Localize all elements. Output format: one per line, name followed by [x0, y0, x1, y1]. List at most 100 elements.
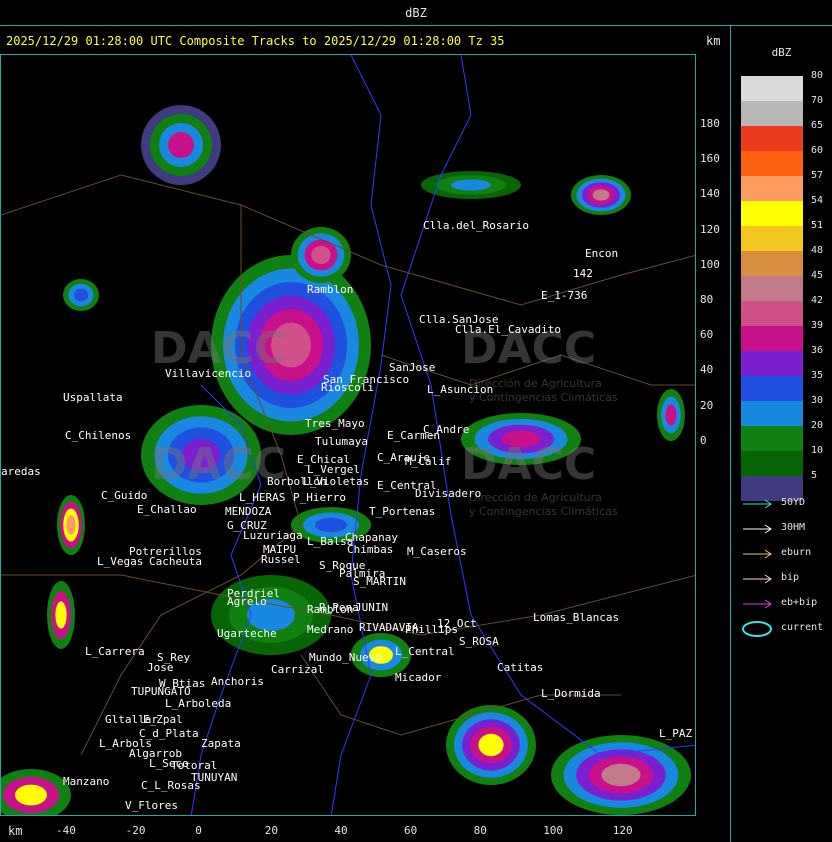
track-legend-50YD: 50YD [741, 496, 832, 512]
radar-map[interactable]: DACC DACC Dirección de Agricultura y Con… [0, 54, 696, 816]
y-tick-label: 60 [700, 328, 714, 342]
place-label: Encon [585, 247, 619, 260]
y-tick-label: 160 [700, 152, 720, 166]
place-label: C_L_Rosas [141, 779, 201, 792]
scattered-echo-north [141, 105, 221, 185]
legend-swatch-51 [741, 226, 803, 251]
place-label: Rioscoli [321, 381, 374, 394]
place-label: L_Vegas [97, 555, 144, 568]
place-label: aredas [1, 465, 41, 478]
place-label: Medrano [307, 623, 354, 636]
y-axis-unit: km [706, 34, 721, 48]
place-label: L_Arboleda [165, 697, 232, 710]
legend-value: 65 [811, 120, 824, 131]
place-label: L_PAZ [659, 727, 693, 740]
place-label: Mundo_Nuevo [309, 651, 382, 664]
place-label: Russel [261, 553, 301, 566]
top-bar: dBZ [0, 0, 832, 26]
place-label: SanJose [389, 361, 436, 374]
place-label: E_Carmen [387, 429, 440, 442]
watermark-text-2: y Contingencias Climáticas [469, 505, 618, 518]
storm-cell-west-strip [57, 495, 85, 555]
place-label: Clla.del_Rosario [423, 219, 529, 232]
y-tick-label: 100 [700, 257, 720, 271]
y-tick-label: 180 [700, 117, 720, 130]
legend-swatch-35 [741, 376, 803, 401]
place-label: MENDOZA [225, 505, 272, 518]
legend-swatch-65 [741, 126, 803, 151]
legend-value: 20 [811, 420, 824, 431]
legend-value: 10 [811, 445, 824, 456]
legend-value: 39 [811, 320, 824, 331]
current-ellipse-icon [742, 621, 772, 637]
track-arrow-icon [743, 524, 772, 534]
track-arrow-icon [743, 574, 772, 584]
y-tick-label: 140 [700, 187, 720, 201]
watermark-text-1: Dirección de Agricultura [469, 491, 602, 504]
x-tick-label: 80 [473, 824, 487, 837]
place-label: Anchoris [211, 675, 264, 688]
place-label: Micador [395, 671, 442, 684]
legend-value: 42 [811, 295, 824, 306]
watermark-brand: DACC [461, 439, 597, 490]
place-label: E_Challao [137, 503, 197, 516]
legend-swatch-39 [741, 326, 803, 351]
track-arrow-icon [743, 599, 772, 609]
place-label: V_Flores [125, 799, 178, 812]
track-legend-30HM: 30HM [741, 521, 832, 537]
storm-cell-west-strip-2 [47, 581, 75, 649]
legend-swatch-42 [741, 301, 803, 326]
place-label: Borbollon [267, 475, 327, 488]
watermark-brand: DACC [151, 439, 287, 490]
legend-value: 80 [811, 70, 824, 81]
place-label: Zapata [201, 737, 241, 750]
legend-swatch-57 [741, 176, 803, 201]
legend-value: 57 [811, 170, 824, 181]
place-label: L_Dormida [541, 687, 601, 700]
x-tick-label: 0 [195, 824, 202, 837]
legend-value: 70 [811, 95, 824, 106]
y-tick-label: 0 [700, 433, 707, 447]
storm-cell-ramblon [291, 227, 351, 283]
legend-value: 54 [811, 195, 824, 206]
place-label: C_Chilenos [65, 429, 132, 442]
track-label: current [781, 622, 824, 633]
place-label: P_Hierro [293, 491, 346, 504]
track-label: bip [781, 572, 800, 583]
storm-cell-east-edge [657, 389, 685, 441]
composite-headline: 2025/12/29 01:28:00 UTC Composite Tracks… [6, 34, 505, 48]
place-label: Chimbas [347, 543, 394, 556]
storm-band-north [421, 171, 521, 199]
place-label: Villavicencio [165, 367, 252, 380]
place-label: E_Zpal [143, 713, 183, 726]
x-tick-label: 20 [264, 824, 279, 837]
legend-value: 51 [811, 220, 824, 231]
track-legend-eburn: eburn [741, 546, 832, 562]
x-axis-unit: km [8, 824, 23, 838]
x-tick-label: -40 [56, 824, 76, 837]
place-label: L_Asuncion [427, 383, 494, 396]
place-label: T_Portenas [369, 505, 436, 518]
y-tick-label: 120 [700, 222, 720, 236]
legend-swatch-20 [741, 426, 803, 451]
y-tick-label: 20 [700, 398, 714, 412]
y-tick-label: 80 [700, 293, 714, 306]
legend-swatch-60 [741, 151, 803, 176]
place-label: Carrizal [271, 663, 324, 676]
place-label: Luzuriaga [243, 529, 303, 542]
legend-swatch-80 [741, 76, 803, 101]
legend-swatch-48 [741, 251, 803, 276]
place-label: 142 [573, 267, 593, 280]
place-label: Cacheuta [149, 555, 202, 568]
track-label: 50YD [781, 497, 806, 508]
storm-cell-far-west [63, 279, 99, 311]
place-label: Catitas [497, 661, 544, 674]
y-tick-label: 40 [700, 363, 714, 377]
track-label: eb+bip [781, 597, 818, 608]
place-label: L_Central [395, 645, 455, 658]
legend-swatch-30 [741, 401, 803, 426]
place-label: Clla.El_Cavadito [455, 323, 561, 336]
track-arrow-icon [743, 499, 772, 509]
track-legend-bip: bip [741, 571, 832, 587]
legend-value: 60 [811, 145, 824, 156]
